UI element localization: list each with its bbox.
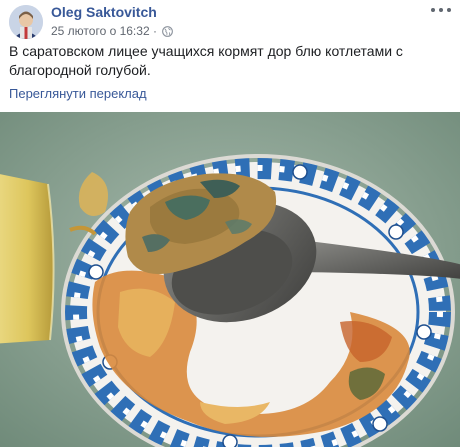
post-timestamp[interactable]: 25 лютого о 16:32 xyxy=(51,24,150,38)
post-meta: 25 лютого о 16:32 · xyxy=(51,24,174,40)
avatar-image xyxy=(9,5,43,39)
more-options-icon[interactable] xyxy=(431,2,451,18)
photo-plate-with-moldy-cutlet xyxy=(0,112,460,447)
post-photo[interactable] xyxy=(0,112,460,447)
facebook-post: Oleg Saktovitch 25 лютого о 16:32 · В са… xyxy=(0,0,460,447)
post-header: Oleg Saktovitch 25 лютого о 16:32 · xyxy=(0,0,460,40)
globe-icon[interactable] xyxy=(162,26,174,40)
see-translation-link[interactable]: Переглянути переклад xyxy=(9,86,147,101)
author-name[interactable]: Oleg Saktovitch xyxy=(51,4,157,20)
post-text: В саратовском лицее учащихся кормят дор … xyxy=(9,43,403,78)
author-avatar[interactable] xyxy=(9,5,43,39)
